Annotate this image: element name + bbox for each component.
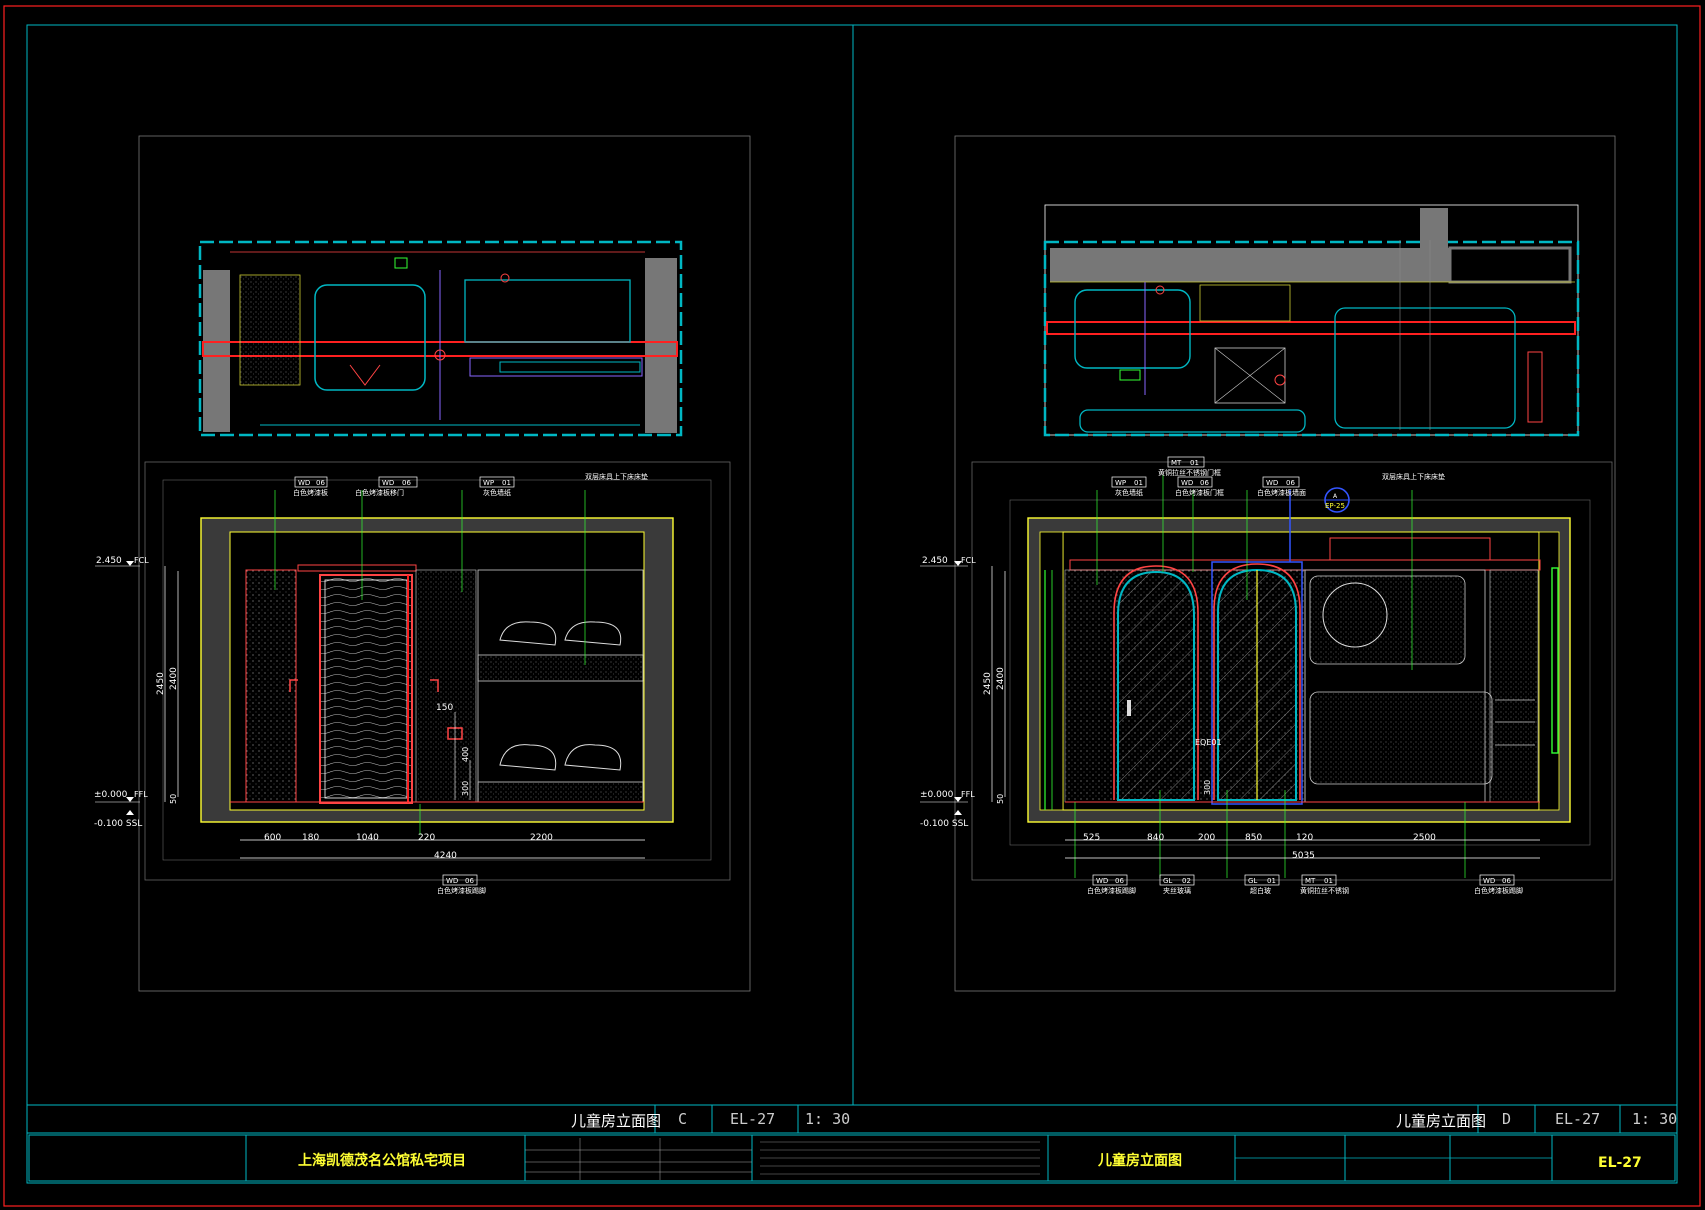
right-callout-label-0: 黄铜拉丝不锈钢门框 [1158, 468, 1221, 477]
section-mark-letter: A [1333, 493, 1338, 500]
right-callout-num-2: 06 [1200, 479, 1209, 487]
left-bottom-callout-num: 06 [465, 877, 474, 885]
left-level-top-tag: FCL [134, 556, 149, 565]
left-callout-label-2: 灰色墙纸 [483, 488, 511, 497]
right-bottom-code-3: MT [1305, 877, 1316, 885]
left-callout-num-2: 01 [502, 479, 511, 487]
right-callout-num-0: 01 [1190, 459, 1199, 467]
left-callout-code-2: WP [483, 479, 494, 487]
left-callout-num-1: 06 [402, 479, 411, 487]
left-scale: 1: 30 [805, 1110, 851, 1128]
right-level-floor: ±0.000 [920, 790, 954, 800]
right-callout-num-1: 01 [1134, 479, 1143, 487]
right-elevation [920, 456, 1613, 886]
right-bottom-label-1: 夹丝玻璃 [1163, 886, 1191, 895]
left-callout-label-1: 白色烤漆板移门 [355, 488, 404, 497]
right-level-top-tag: FCL [961, 556, 976, 565]
right-level-ssl: -0.100 SSL [920, 819, 968, 829]
right-height-inner: 2400 [996, 667, 1006, 690]
right-bottom-num-4: 06 [1502, 877, 1511, 885]
sliding-door [319, 574, 413, 804]
project-name: 上海凯德茂名公馆私宅项目 [298, 1153, 466, 1169]
right-view-letter: D [1502, 1110, 1512, 1128]
right-callout-code-3: WD [1266, 479, 1278, 487]
left-width-1: 180 [302, 833, 319, 843]
left-bottom-callout-label: 白色烤漆板踢脚 [437, 886, 486, 895]
left-plan [198, 240, 683, 437]
left-elevation [95, 461, 731, 886]
right-callout-code-2: WD [1181, 479, 1193, 487]
left-view-letter: C [678, 1110, 688, 1128]
right-bottom-code-2: GL [1248, 877, 1257, 885]
left-dim-150: 150 [436, 703, 453, 713]
grey-wallpaper-panel [415, 569, 477, 803]
cad-drawing-sheet: 2.450 FCL ±0.000 FFL -0.100 SSL 2450 240… [3, 5, 1701, 1207]
drawing-title: 儿童房立面图 [1098, 1153, 1182, 1169]
left-width-4: 2200 [530, 833, 553, 843]
right-callout-label-2: 白色烤漆板门框 [1175, 488, 1224, 497]
right-level-floor-tag: FFL [961, 790, 975, 799]
right-sheet-number: EL-27 [1555, 1110, 1601, 1128]
sheet-number: EL-27 [1598, 1155, 1642, 1171]
right-eq-tag: EQE01 [1195, 738, 1222, 747]
right-bottom-num-3: 01 [1324, 877, 1333, 885]
right-callout-num-3: 06 [1286, 479, 1295, 487]
left-callout-label-0: 白色烤漆板 [293, 488, 328, 497]
arched-door-left [1117, 570, 1195, 801]
right-bottom-label-2: 超白玻 [1250, 886, 1271, 895]
right-bottom-code-1: GL [1163, 877, 1172, 885]
left-height-total: 2450 [156, 672, 166, 695]
right-width-5: 2500 [1413, 833, 1436, 843]
left-level-top: 2.450 [96, 556, 122, 566]
left-width-0: 600 [264, 833, 281, 843]
left-sheet-number: EL-27 [730, 1110, 776, 1128]
right-total-width: 5035 [1292, 851, 1315, 861]
left-total-width: 4240 [434, 851, 457, 861]
right-callout-code-1: WP [1115, 479, 1126, 487]
right-width-0: 525 [1083, 833, 1100, 843]
left-callout-label-3: 双层床具上下床床垫 [585, 472, 648, 481]
left-callout-code-0: WD [298, 479, 310, 487]
left-width-2: 1040 [356, 833, 379, 843]
left-level-floor-tag: FFL [134, 790, 148, 799]
right-bottom-num-1: 02 [1182, 877, 1191, 885]
left-level-ssl: -0.100 SSL [94, 819, 142, 829]
right-callout-label-4: 双层床具上下床床垫 [1382, 472, 1445, 481]
left-bottom-callout-code: WD [446, 877, 458, 885]
right-scale: 1: 30 [1632, 1110, 1678, 1128]
left-dim-400: 400 [461, 747, 470, 762]
right-height-total: 2450 [983, 672, 993, 695]
right-width-2: 200 [1198, 833, 1215, 843]
left-width-3: 220 [418, 833, 435, 843]
left-drawing-name: 儿童房立面图 [571, 1112, 662, 1130]
right-bottom-label-0: 白色烤漆板踢脚 [1087, 886, 1136, 895]
right-dim-300: 300 [1203, 780, 1212, 795]
left-callout-num-0: 06 [316, 479, 325, 487]
wardrobe-panel [245, 569, 297, 803]
right-bottom-label-4: 白色烤漆板踢脚 [1474, 886, 1523, 895]
right-dim-50: 50 [996, 794, 1005, 804]
left-dim-300: 300 [461, 781, 470, 796]
section-mark-sheet: EP-25 [1325, 502, 1345, 510]
right-bottom-code-4: WD [1483, 877, 1495, 885]
right-plan [1043, 204, 1580, 437]
right-width-4: 120 [1296, 833, 1313, 843]
left-height-inner: 2400 [169, 667, 179, 690]
right-width-1: 840 [1147, 833, 1164, 843]
right-callout-code-0: MT [1171, 459, 1182, 467]
right-level-top: 2.450 [922, 556, 948, 566]
right-bottom-num-2: 01 [1267, 877, 1276, 885]
right-callout-label-3: 白色烤漆板墙面 [1257, 488, 1306, 497]
right-bottom-code-0: WD [1096, 877, 1108, 885]
right-bottom-label-3: 黄铜拉丝不锈钢 [1300, 886, 1349, 895]
left-callout-code-1: WD [382, 479, 394, 487]
right-callout-label-1: 灰色墙纸 [1115, 488, 1143, 497]
right-width-3: 850 [1245, 833, 1262, 843]
left-level-floor: ±0.000 [94, 790, 128, 800]
right-drawing-name: 儿童房立面图 [1396, 1112, 1487, 1130]
left-dim-50: 50 [169, 794, 178, 804]
right-bottom-num-0: 06 [1115, 877, 1124, 885]
